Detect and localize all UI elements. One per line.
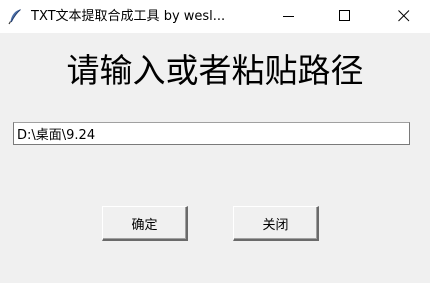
path-input[interactable] [13,122,410,145]
maximize-icon [338,7,351,26]
prompt-label: 请输入或者粘贴路径 [66,51,364,90]
client-area: 请输入或者粘贴路径 确定 关闭 [0,33,430,283]
close-window-button[interactable] [381,0,426,33]
feather-icon [7,8,23,25]
minimize-icon [282,7,295,26]
window-title: TXT文本提取合成工具 by wesl... [31,9,226,24]
close-icon [397,7,410,26]
app-window: TXT文本提取合成工具 by wesl... 请输入或者粘贴路径 D:\桌面\9… [0,0,430,283]
title-bar[interactable]: TXT文本提取合成工具 by wesl... [0,0,430,33]
confirm-button[interactable]: 确定 [102,206,188,241]
close-button[interactable]: 关闭 [233,206,319,241]
minimize-button[interactable] [266,0,311,33]
maximize-button[interactable] [322,0,367,33]
